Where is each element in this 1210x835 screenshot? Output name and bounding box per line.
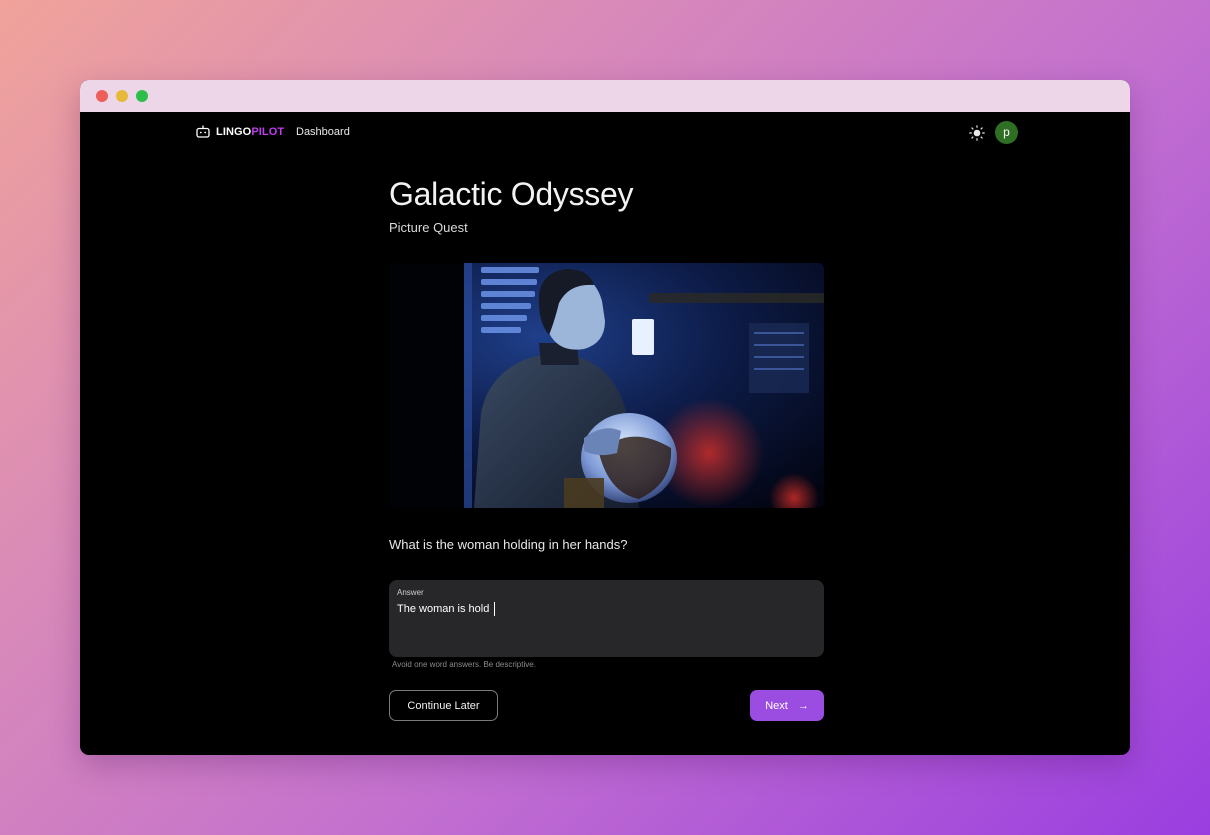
logo-text: LINGOPILOT [216,125,285,138]
text-caret [494,602,495,616]
question-text: What is the woman holding in her hands? [389,537,628,552]
page-title: Galactic Odyssey [389,176,634,212]
maximize-window-button[interactable] [136,90,148,102]
page-subtitle: Picture Quest [389,220,468,235]
answer-field[interactable]: Answer [389,580,824,657]
minimize-window-button[interactable] [116,90,128,102]
next-button[interactable]: Next → [750,690,824,721]
answer-input[interactable] [397,603,816,615]
continue-later-label: Continue Later [407,699,480,712]
sun-icon[interactable] [969,125,985,141]
answer-helper-text: Avoid one word answers. Be descriptive. [392,660,536,669]
logo[interactable]: LINGOPILOT [196,125,284,138]
nav-link-dashboard[interactable]: Dashboard [296,126,350,138]
top-nav: LINGOPILOT Dashboard p [80,112,1130,152]
next-label: Next [765,699,788,712]
arrow-right-icon: → [797,699,809,712]
continue-later-button[interactable]: Continue Later [389,690,498,721]
answer-label: Answer [397,588,424,597]
avatar[interactable]: p [995,121,1018,144]
quest-image [389,263,824,508]
close-window-button[interactable] [96,90,108,102]
window-titlebar [80,80,1130,112]
robot-icon [196,125,210,138]
browser-window: LINGOPILOT Dashboard p Galactic Odyssey … [80,80,1130,755]
